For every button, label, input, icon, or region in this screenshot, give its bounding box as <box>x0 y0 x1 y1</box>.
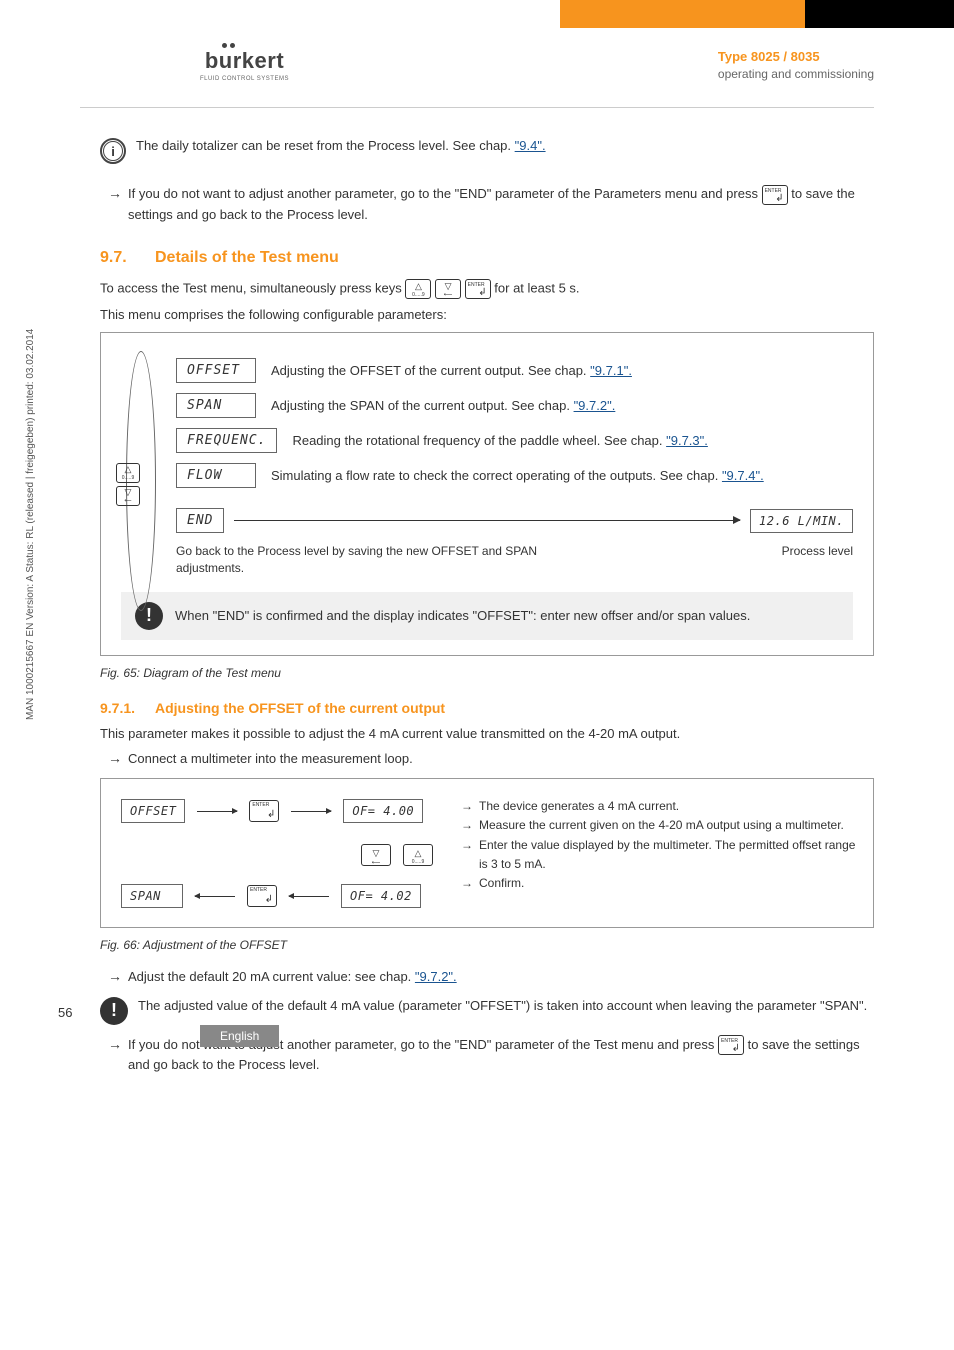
arrow-icon: → <box>461 816 473 835</box>
arrow-icon: → <box>108 1035 122 1055</box>
diag-offset-box: OFFSET <box>121 799 185 823</box>
page-number: 56 <box>58 1005 72 1020</box>
diag-line <box>195 896 235 897</box>
link-9-7-2[interactable]: "9.7.2". <box>415 969 457 984</box>
info-icon: i <box>100 138 126 164</box>
menu-label-offset: OFFSET <box>176 358 256 383</box>
diag-of402-box: OF= 4.02 <box>341 884 421 908</box>
down-key-icon <box>435 279 461 299</box>
arrow-icon: → <box>108 967 122 987</box>
diag-span-box: SPAN <box>121 884 183 908</box>
nav-keys: △0.....9 ▽⟵ <box>116 463 140 506</box>
test-menu-access: To access the Test menu, simultaneously … <box>100 279 874 299</box>
enter-key-icon <box>465 279 491 299</box>
arrow-icon: → <box>461 797 473 816</box>
link-9-7-4[interactable]: "9.7.4". <box>722 468 764 483</box>
arrow-icon: → <box>461 836 473 874</box>
end-description: Go back to the Process level by saving t… <box>176 543 853 577</box>
up-key-icon <box>403 844 433 866</box>
warning-icon: ! <box>135 602 163 630</box>
figure-66-caption: Fig. 66: Adjustment of the OFFSET <box>100 938 874 952</box>
step-adjust-20ma: → Adjust the default 20 mA current value… <box>108 967 874 987</box>
menu-label-frequenc: FREQUENC. <box>176 428 277 453</box>
link-9-4[interactable]: "9.4". <box>515 138 546 153</box>
enter-key-icon <box>249 800 279 822</box>
end-arrow <box>234 520 740 521</box>
logo-subtext: FLUID CONTROL SYSTEMS <box>200 76 289 82</box>
sidebar-metadata: MAN 1000215667 EN Version: A Status: RL … <box>25 329 36 720</box>
section-9-7-1-heading: 9.7.1.Adjusting the OFFSET of the curren… <box>100 700 874 716</box>
header-divider <box>80 107 874 108</box>
menu-item-span: SPAN Adjusting the SPAN of the current o… <box>176 393 853 418</box>
info-note: i The daily totalizer can be reset from … <box>100 138 874 164</box>
test-menu-params-intro: This menu comprises the following config… <box>100 307 874 322</box>
diag-line <box>289 896 329 897</box>
warning-end-offset: ! When "END" is confirmed and the displa… <box>121 592 853 640</box>
menu-item-end: END 12.6 L/MIN. <box>176 508 853 533</box>
instruction-end-param: → If you do not want to adjust another p… <box>108 184 874 224</box>
footer-language: English <box>200 1025 279 1047</box>
test-menu-diagram: △0.....9 ▽⟵ OFFSET Adjusting the OFFSET … <box>100 332 874 656</box>
process-display: 12.6 L/MIN. <box>750 509 853 533</box>
enter-key-icon <box>718 1035 744 1055</box>
warning-span: ! The adjusted value of the default 4 mA… <box>100 997 874 1025</box>
menu-item-flow: FLOW Simulating a flow rate to check the… <box>176 463 853 488</box>
down-key-icon <box>361 844 391 866</box>
menu-label-flow: FLOW <box>176 463 256 488</box>
diag-line <box>197 811 237 812</box>
figure-65-caption: Fig. 65: Diagram of the Test menu <box>100 666 874 680</box>
offset-intro: This parameter makes it possible to adju… <box>100 726 874 741</box>
menu-item-frequenc: FREQUENC. Reading the rotational frequen… <box>176 428 853 453</box>
doc-subtitle: operating and commissioning <box>718 67 874 81</box>
section-9-7-heading: 9.7.Details of the Test menu <box>100 249 874 267</box>
link-9-7-1[interactable]: "9.7.1". <box>590 363 632 378</box>
diag-line <box>291 811 331 812</box>
process-level-label: Process level <box>782 543 853 577</box>
nav-up-key-icon: △0.....9 <box>116 463 140 483</box>
step-connect-multimeter: → Connect a multimeter into the measurem… <box>108 749 874 769</box>
arrow-icon: → <box>108 184 122 204</box>
menu-item-offset: OFFSET Adjusting the OFFSET of the curre… <box>176 358 853 383</box>
link-9-7-2[interactable]: "9.7.2". <box>574 398 616 413</box>
logo-text: burkert <box>200 48 289 74</box>
offset-steps: →The device generates a 4 mA current. →M… <box>461 797 859 893</box>
menu-label-span: SPAN <box>176 393 256 418</box>
warning-icon: ! <box>100 997 128 1025</box>
nav-down-key-icon: ▽⟵ <box>116 486 140 506</box>
arrow-icon: → <box>461 874 473 893</box>
logo: burkert FLUID CONTROL SYSTEMS <box>200 48 289 82</box>
link-9-7-3[interactable]: "9.7.3". <box>666 433 708 448</box>
arrow-icon: → <box>108 749 122 769</box>
offset-adjustment-diagram: OFFSET OF= 4.00 SPAN OF= 4.02 →The devic… <box>100 778 874 928</box>
top-color-bar <box>0 0 954 28</box>
enter-key-icon <box>247 885 277 907</box>
menu-label-end: END <box>176 508 224 533</box>
info-text: The daily totalizer can be reset from th… <box>136 138 546 153</box>
doc-type: Type 8025 / 8035 <box>718 49 874 64</box>
diag-of400-box: OF= 4.00 <box>343 799 423 823</box>
page-header: burkert FLUID CONTROL SYSTEMS Type 8025 … <box>0 28 954 92</box>
enter-key-icon <box>762 185 788 205</box>
up-key-icon <box>405 279 431 299</box>
